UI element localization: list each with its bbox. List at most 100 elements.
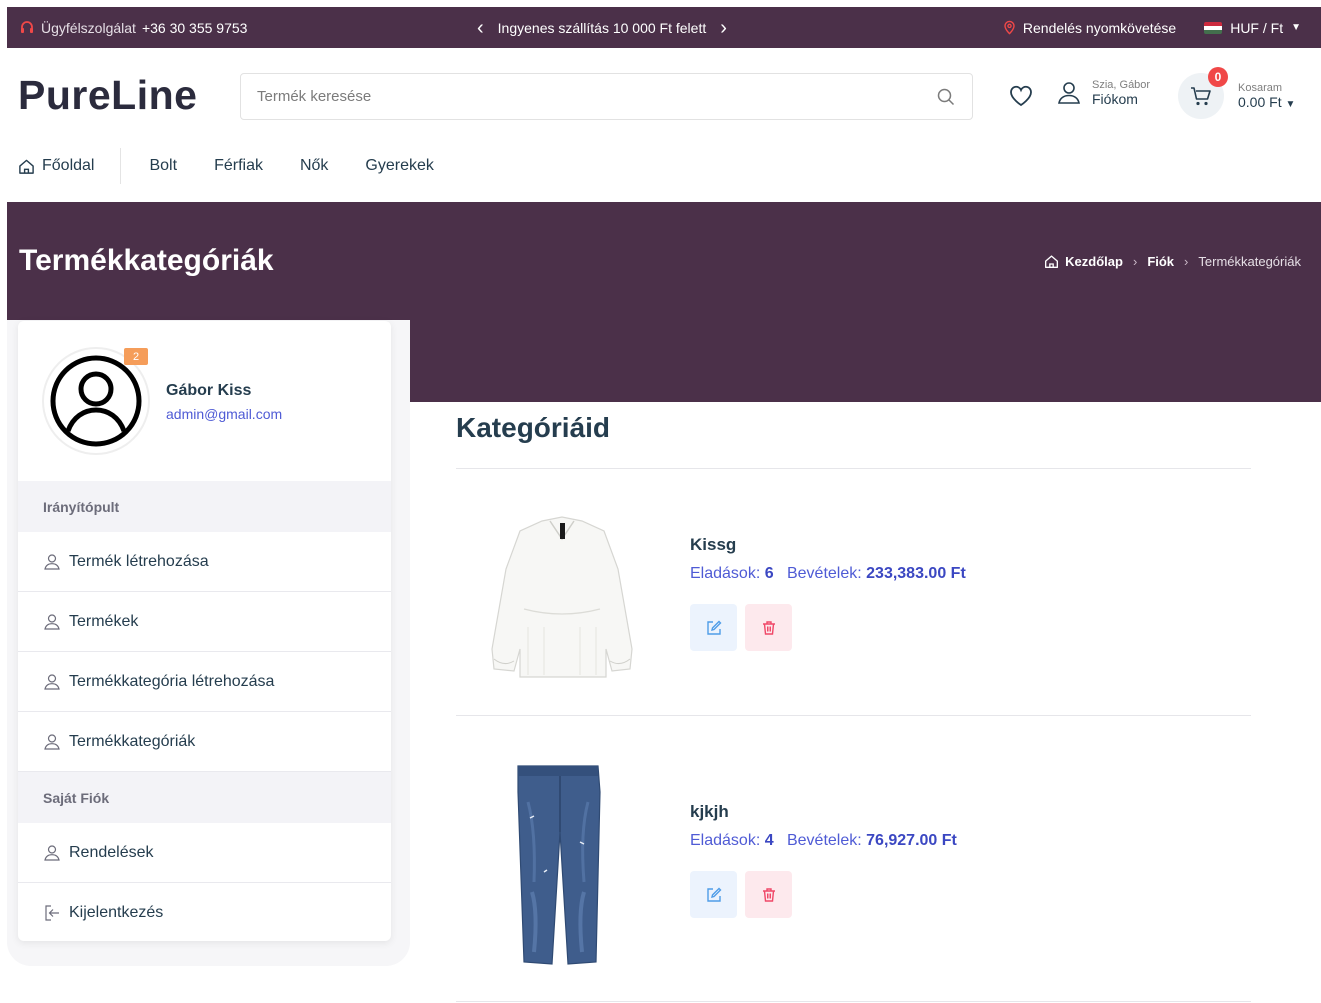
cart-button[interactable]: 0 Kosaram 0.00 Ft ▼	[1178, 67, 1295, 119]
category-stats: Eladások: 4 Bevételek: 76,927.00 Ft	[690, 832, 957, 850]
sidebar-item-logout[interactable]: Kijelentkezés	[18, 883, 391, 941]
sidebar-item-create-category[interactable]: Termékkategória létrehozása	[18, 652, 391, 712]
hungary-flag-icon	[1204, 21, 1223, 34]
nav-item-kids[interactable]: Gyerekek	[337, 157, 442, 175]
sidebar-item-categories[interactable]: Termékkategóriák	[18, 712, 391, 772]
user-avatar-icon	[50, 355, 142, 447]
promo-next-icon[interactable]: ›	[720, 18, 727, 38]
wishlist-button[interactable]	[1008, 84, 1034, 113]
revenue-value: 76,927.00 Ft	[866, 832, 957, 849]
cart-caret-icon: ▼	[1285, 99, 1296, 110]
site-logo[interactable]: PureLine	[18, 72, 197, 119]
account-sidebar: 2 Gábor Kiss admin@gmail.com Irányítópul…	[18, 321, 391, 941]
user-icon	[1058, 82, 1080, 104]
sidebar-item-label: Termékkategória létrehozása	[69, 672, 275, 690]
section-dashboard: Irányítópult	[18, 481, 391, 532]
currency-label: HUF / Ft	[1230, 19, 1284, 36]
sidebar-item-label: Termékek	[69, 612, 139, 630]
breadcrumb-current: Termékkategóriák	[1198, 254, 1301, 269]
category-stats: Eladások: 6 Bevételek: 233,383.00 Ft	[690, 565, 966, 583]
support-phone[interactable]: +36 30 355 9753	[142, 20, 248, 36]
category-actions	[690, 604, 792, 651]
logout-icon	[45, 904, 59, 921]
top-bar: Ügyfélszolgálat +36 30 355 9753 ‹ Ingyen…	[7, 7, 1321, 48]
category-actions	[690, 871, 792, 918]
headset-icon	[21, 20, 33, 33]
order-tracking-link[interactable]: Rendelés nyomkövetése	[1002, 20, 1176, 36]
delete-button[interactable]	[745, 871, 792, 918]
cart-count-badge: 0	[1208, 67, 1228, 87]
search-icon[interactable]	[936, 87, 956, 107]
trash-icon	[762, 620, 775, 635]
sidebar-item-products[interactable]: Termékek	[18, 592, 391, 652]
user-icon	[44, 553, 60, 570]
edit-button[interactable]	[690, 871, 737, 918]
account-menu[interactable]: Szia, Gábor Fiókom	[1056, 79, 1150, 107]
trash-icon	[762, 887, 775, 902]
edit-button[interactable]	[690, 604, 737, 651]
sidebar-item-orders[interactable]: Rendelések	[18, 823, 391, 883]
category-image-white-blouse[interactable]	[484, 509, 640, 681]
cart-total-value: 0.00 Ft	[1238, 94, 1282, 110]
currency-selector[interactable]: HUF / Ft ▼	[1204, 20, 1301, 36]
delete-button[interactable]	[745, 604, 792, 651]
categories-heading: Kategóriáid	[456, 412, 611, 443]
revenue-label: Bevételek:	[786, 832, 862, 849]
account-greeting: Szia, Gábor	[1092, 79, 1151, 91]
user-icon	[44, 844, 60, 861]
section-my-account: Saját Fiók	[18, 772, 391, 823]
home-icon	[1045, 255, 1059, 268]
user-icon	[44, 613, 60, 630]
page-title: Termékkategóriák	[19, 244, 274, 277]
cart-total: 0.00 Ft ▼	[1238, 94, 1295, 110]
heart-icon	[1010, 85, 1032, 107]
support-label: Ügyfélszolgálat	[41, 19, 136, 36]
category-name: kjkjh	[690, 802, 729, 821]
divider	[456, 1001, 1251, 1002]
search-input[interactable]	[257, 88, 936, 105]
support-info: Ügyfélszolgálat +36 30 355 9753	[19, 7, 247, 48]
chevron-down-icon: ▼	[1291, 22, 1301, 33]
sidebar-item-label: Kijelentkezés	[69, 903, 164, 921]
sidebar-item-label: Termékkategóriák	[69, 732, 196, 750]
breadcrumb-separator-icon: ›	[1132, 254, 1138, 269]
cart-icon-wrap: 0	[1178, 67, 1228, 119]
promo-prev-icon[interactable]: ‹	[477, 18, 484, 38]
profile-card: 2 Gábor Kiss admin@gmail.com	[18, 321, 391, 481]
sidebar-item-label: Termék létrehozása	[69, 552, 209, 570]
category-image-blue-jeans[interactable]	[484, 762, 640, 965]
user-icon	[44, 673, 60, 690]
search-bar	[240, 73, 973, 120]
notification-badge: 2	[124, 348, 148, 365]
breadcrumb-account[interactable]: Fiók	[1147, 254, 1174, 269]
breadcrumb: Kezdőlap › Fiók › Termékkategóriák	[1044, 254, 1301, 269]
nav-item-women[interactable]: Nők	[272, 157, 337, 175]
cart-label: Kosaram	[1238, 82, 1283, 94]
category-row: kjkjh Eladások: 4 Bevételek: 76,927.00 F…	[456, 716, 1251, 965]
category-row: Kissg Eladások: 6 Bevételek: 233,383.00 …	[456, 469, 1251, 716]
sidebar-item-create-product[interactable]: Termék létrehozása	[18, 532, 391, 592]
nav-item-men[interactable]: Férfiak	[186, 157, 272, 175]
profile-name: Gábor Kiss	[166, 382, 252, 399]
breadcrumb-separator-icon: ›	[1184, 254, 1189, 269]
topbar-right: Rendelés nyomkövetése HUF / Ft ▼	[1002, 7, 1301, 48]
promo-text: Ingyenes szállítás 10 000 Ft felett	[497, 19, 707, 36]
blouse-image	[491, 516, 633, 678]
profile-email[interactable]: admin@gmail.com	[166, 406, 282, 422]
main-nav: Főoldal Bolt Férfiak Nők Gyerekek	[18, 148, 443, 184]
nav-home-label: Főoldal	[42, 157, 95, 174]
nav-item-shop[interactable]: Bolt	[121, 157, 186, 175]
revenue-value: 233,383.00 Ft	[866, 565, 966, 582]
home-icon	[19, 159, 34, 174]
location-pin-icon	[1004, 20, 1015, 35]
nav-home[interactable]: Főoldal	[18, 148, 122, 184]
cart-icon	[1191, 87, 1211, 106]
sales-value: 6	[764, 565, 774, 582]
edit-icon	[706, 620, 721, 635]
sidebar-item-label: Rendelések	[69, 843, 154, 861]
promo-carousel: ‹ Ingyenes szállítás 10 000 Ft felett ›	[477, 7, 727, 48]
breadcrumb-home[interactable]: Kezdőlap	[1065, 254, 1123, 269]
order-tracking-label: Rendelés nyomkövetése	[1022, 19, 1177, 36]
account-label: Fiókom	[1092, 91, 1138, 107]
sales-label: Eladások:	[690, 832, 761, 849]
